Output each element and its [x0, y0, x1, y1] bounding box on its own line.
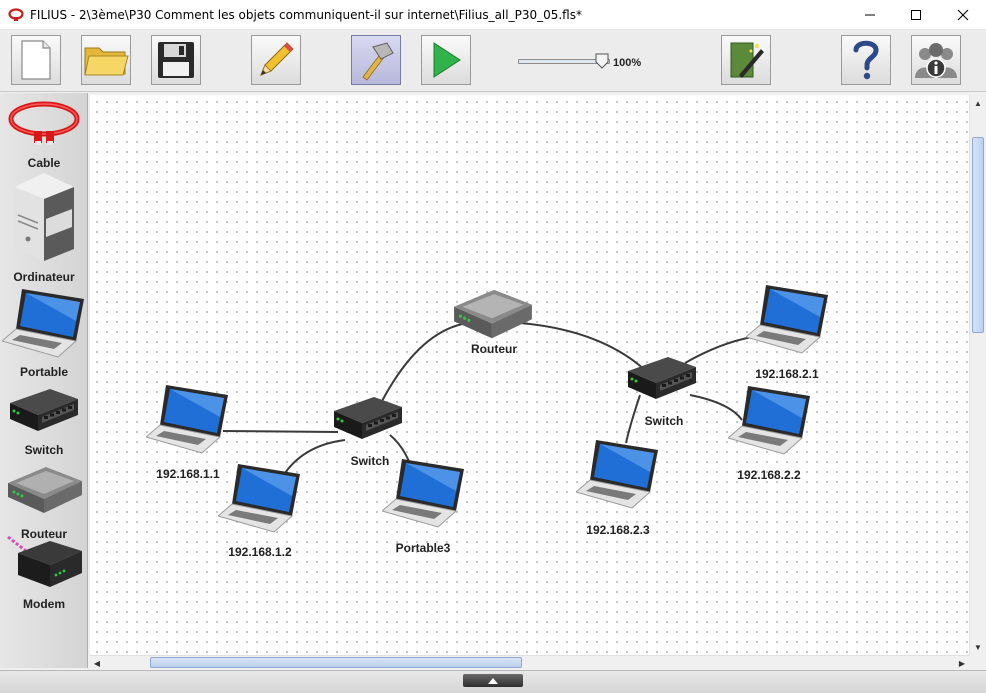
switch-icon [334, 397, 402, 439]
palette-item-router[interactable]: Routeur [0, 461, 88, 541]
window-title: FILIUS - 2\3ème\P30 Comment les objets c… [30, 8, 582, 22]
palette-label-computer: Ordinateur [13, 270, 75, 284]
palette-label-modem: Modem [23, 597, 65, 611]
close-icon [957, 9, 969, 21]
zoom-level-label: 100% [613, 57, 642, 69]
palette-item-modem[interactable]: Modem [0, 533, 88, 613]
cable-layer [222, 322, 753, 481]
node-label-192-168-2-2: 192.168.2.2 [737, 468, 801, 482]
node-label-192-168-1-2: 192.168.1.2 [228, 545, 292, 559]
scroll-left-arrow-icon[interactable]: ◀ [90, 656, 104, 670]
build-mode-button[interactable] [351, 35, 401, 85]
hammer-icon [362, 42, 394, 81]
node-laptop-192-168-1-1[interactable] [144, 381, 230, 460]
laptop-icon [726, 386, 810, 455]
maximize-icon [911, 10, 921, 20]
pencil-icon [260, 42, 294, 76]
laptop-icon [144, 385, 228, 454]
blank-document-icon [21, 40, 51, 80]
node-router[interactable] [452, 283, 534, 348]
laptop-icon [2, 289, 84, 358]
title-bar: FILIUS - 2\3ème\P30 Comment les objets c… [0, 0, 986, 30]
vertical-scroll-thumb[interactable] [972, 137, 984, 333]
laptop-icon [380, 459, 464, 528]
new-file-button[interactable] [11, 35, 61, 85]
network-canvas[interactable]: Routeur Switch Switch 192.168.1.1 192.16… [90, 95, 969, 655]
palette-item-cable[interactable]: Cable [0, 93, 88, 173]
open-file-button[interactable] [81, 35, 131, 85]
close-button[interactable] [940, 0, 986, 30]
palette-item-computer[interactable]: Ordinateur [0, 173, 88, 285]
node-label-router: Routeur [471, 342, 517, 356]
node-laptop-192-168-2-3[interactable] [574, 436, 660, 515]
play-icon [433, 42, 461, 78]
question-mark-icon [853, 40, 879, 80]
maximize-button[interactable] [893, 0, 939, 30]
minimize-icon [865, 14, 875, 16]
node-label-192-168-2-3: 192.168.2.3 [586, 523, 650, 537]
simulation-mode-button[interactable] [421, 35, 471, 85]
node-label-192-168-2-1: 192.168.2.1 [755, 367, 819, 381]
desktop-computer-icon [14, 173, 74, 261]
vertical-scrollbar[interactable]: ▲ ▼ [969, 95, 985, 655]
info-group-icon [915, 43, 957, 78]
palette-item-switch[interactable]: Switch [0, 381, 88, 461]
node-label-switch-2: Switch [644, 414, 684, 428]
node-laptop-192-168-1-2[interactable] [216, 460, 302, 539]
palette-label-laptop: Portable [19, 365, 68, 379]
horizontal-scrollbar[interactable]: ◀ ▶ [90, 655, 969, 669]
main-toolbar: 100% [0, 30, 986, 92]
laptop-icon [574, 440, 658, 509]
node-switch-1[interactable] [332, 393, 404, 448]
router-icon [8, 467, 82, 513]
expand-panel-button[interactable] [463, 674, 523, 687]
modem-icon [7, 535, 82, 587]
folder-icon [84, 47, 129, 76]
magic-wand-icon [730, 42, 766, 78]
scroll-down-arrow-icon[interactable]: ▼ [970, 639, 986, 655]
scroll-up-arrow-icon[interactable]: ▲ [970, 95, 986, 111]
laptop-icon [216, 464, 300, 533]
about-button[interactable] [911, 35, 961, 85]
palette-item-laptop[interactable]: Portable [0, 285, 88, 381]
design-mode-button[interactable] [251, 35, 301, 85]
laptop-icon [744, 285, 828, 354]
switch-icon [628, 357, 696, 399]
network-cable-icon [8, 101, 80, 145]
node-laptop-portable3[interactable] [380, 455, 466, 534]
floppy-disk-icon [158, 42, 194, 78]
filius-logo-icon [8, 8, 24, 21]
node-switch-2[interactable] [626, 353, 698, 408]
router-icon [454, 289, 532, 339]
node-label-portable3: Portable3 [395, 541, 451, 555]
switch-icon [10, 389, 78, 431]
zoom-slider-thumb[interactable] [594, 53, 610, 69]
node-laptop-192-168-2-1[interactable] [744, 281, 830, 360]
node-label-192-168-1-1: 192.168.1.1 [156, 467, 220, 481]
cable-pc11-switch1[interactable] [222, 430, 339, 433]
wizard-button[interactable] [721, 35, 771, 85]
help-button[interactable] [841, 35, 891, 85]
palette-label-cable: Cable [27, 156, 61, 170]
palette-label-switch: Switch [24, 443, 64, 457]
node-laptop-192-168-2-2[interactable] [726, 382, 812, 461]
scroll-right-arrow-icon[interactable]: ▶ [955, 656, 969, 670]
save-file-button[interactable] [151, 35, 201, 85]
minimize-button[interactable] [847, 0, 893, 30]
horizontal-scroll-thumb[interactable] [150, 657, 522, 668]
bottom-panel-bar [0, 670, 986, 693]
component-palette: Cable Ordinateur Portable Switch Routeur… [0, 93, 88, 668]
chevron-up-icon [488, 677, 498, 684]
